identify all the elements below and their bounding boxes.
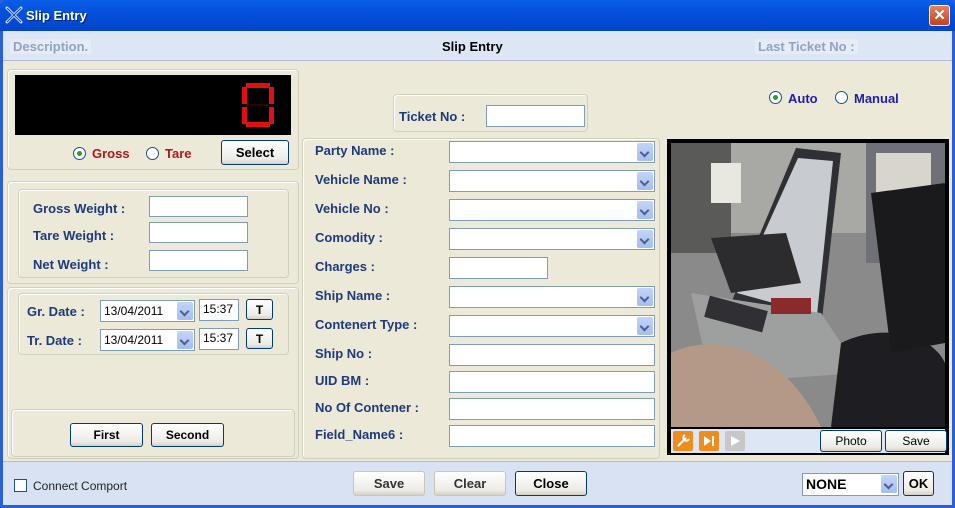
connect-comport-label[interactable]: Connect Comport: [33, 479, 127, 493]
weight-display: [15, 75, 291, 135]
title-bar: Slip Entry ✕: [0, 0, 955, 31]
manual-radio[interactable]: [835, 91, 848, 104]
camera-panel: Photo Save: [667, 139, 949, 455]
app-icon: [5, 6, 23, 24]
save-button[interactable]: Save: [353, 471, 425, 496]
gr-date-picker[interactable]: 13/04/2011: [100, 300, 195, 322]
settings-icon[interactable]: [673, 431, 693, 451]
page-title: Slip Entry: [442, 39, 503, 54]
chevron-down-icon[interactable]: [881, 475, 897, 493]
ship-name-select[interactable]: [449, 286, 655, 308]
port-select[interactable]: NONE: [802, 473, 899, 496]
camera-preview-image: [671, 143, 945, 427]
close-button[interactable]: Close: [515, 471, 587, 496]
play-icon[interactable]: [725, 431, 745, 451]
no-of-contener-field[interactable]: [449, 398, 655, 420]
tr-date-picker[interactable]: 13/04/2011: [100, 329, 195, 351]
uid-bm-field[interactable]: [449, 371, 655, 393]
tare-weight-field[interactable]: [149, 222, 248, 243]
tare-radio-label[interactable]: Tare: [165, 146, 192, 161]
gross-radio[interactable]: [73, 147, 86, 160]
display-digit: [242, 83, 274, 127]
chevron-down-icon[interactable]: [637, 230, 653, 248]
auto-radio-label[interactable]: Auto: [788, 91, 818, 106]
gr-time-button[interactable]: T: [246, 299, 273, 320]
skip-forward-icon[interactable]: [699, 431, 719, 451]
footer-bar: Connect Comport Save Clear Close NONE OK: [3, 461, 952, 505]
uid-bm-label: UID BM :: [315, 373, 370, 388]
chevron-down-icon[interactable]: [637, 172, 653, 190]
last-ticket-label: Last Ticket No :: [755, 39, 858, 54]
vehicle-no-label: Vehicle No :: [315, 201, 389, 216]
connect-comport-checkbox[interactable]: [14, 479, 27, 492]
gr-date-value: 13/04/2011: [104, 304, 164, 318]
description-label: Description.: [10, 39, 92, 54]
ship-name-label: Ship Name :: [315, 288, 391, 303]
chevron-down-icon[interactable]: [177, 302, 193, 320]
vehicle-no-select[interactable]: [449, 199, 655, 221]
vehicle-name-select[interactable]: [449, 170, 655, 192]
window-title: Slip Entry: [26, 8, 87, 23]
chevron-down-icon[interactable]: [637, 143, 653, 161]
gross-weight-field[interactable]: [149, 196, 248, 217]
chevron-down-icon[interactable]: [637, 317, 653, 335]
second-weigh-button[interactable]: Second: [151, 423, 224, 447]
ok-button[interactable]: OK: [903, 471, 934, 496]
net-weight-field[interactable]: [149, 250, 248, 271]
ship-no-field[interactable]: [449, 344, 655, 366]
ticket-no-label: Ticket No :: [399, 109, 466, 124]
clear-button[interactable]: Clear: [434, 471, 506, 496]
photo-button[interactable]: Photo: [820, 430, 882, 452]
no-of-contener-label: No Of Contener :: [315, 400, 419, 415]
chevron-down-icon[interactable]: [177, 331, 193, 349]
camera-toolbar: Photo Save: [671, 429, 947, 453]
manual-radio-label[interactable]: Manual: [854, 91, 899, 106]
port-value: NONE: [806, 476, 847, 492]
auto-radio[interactable]: [769, 91, 782, 104]
field-name6-field[interactable]: [449, 425, 655, 447]
vehicle-name-label: Vehicle Name :: [315, 172, 407, 187]
gr-date-label: Gr. Date :: [27, 304, 85, 319]
charges-field[interactable]: [449, 257, 548, 279]
net-weight-label: Net Weight :: [33, 257, 109, 272]
select-button[interactable]: Select: [221, 140, 289, 165]
party-name-label: Party Name :: [315, 143, 395, 158]
tr-date-label: Tr. Date :: [27, 333, 82, 348]
first-weigh-button[interactable]: First: [70, 423, 143, 447]
chevron-down-icon[interactable]: [637, 201, 653, 219]
camera-save-button[interactable]: Save: [885, 430, 947, 452]
gross-radio-label[interactable]: Gross: [92, 146, 130, 161]
camera-scene: [671, 143, 945, 427]
dialog-body: Description. Slip Entry Last Ticket No :…: [3, 31, 952, 505]
contenert-type-label: Contenert Type :: [315, 317, 418, 332]
ship-no-label: Ship No :: [315, 346, 373, 361]
gross-weight-label: Gross Weight :: [33, 201, 126, 216]
comodity-label: Comodity :: [315, 230, 383, 245]
charges-label: Charges :: [315, 259, 375, 274]
header-bar: Description. Slip Entry Last Ticket No :: [3, 31, 952, 61]
tare-weight-label: Tare Weight :: [33, 228, 115, 243]
tare-radio[interactable]: [146, 147, 159, 160]
tr-time-button[interactable]: T: [246, 328, 273, 349]
comodity-select[interactable]: [449, 228, 655, 250]
contenert-type-select[interactable]: [449, 315, 655, 337]
tr-date-value: 13/04/2011: [104, 333, 164, 347]
party-name-select[interactable]: [449, 141, 655, 163]
field-name6-label: Field_Name6 :: [315, 427, 404, 442]
window-close-button[interactable]: ✕: [929, 5, 950, 26]
ticket-no-field[interactable]: [486, 105, 585, 127]
tr-time-field[interactable]: 15:37: [199, 328, 239, 350]
chevron-down-icon[interactable]: [637, 288, 653, 306]
gr-time-field[interactable]: 15:37: [199, 299, 239, 321]
